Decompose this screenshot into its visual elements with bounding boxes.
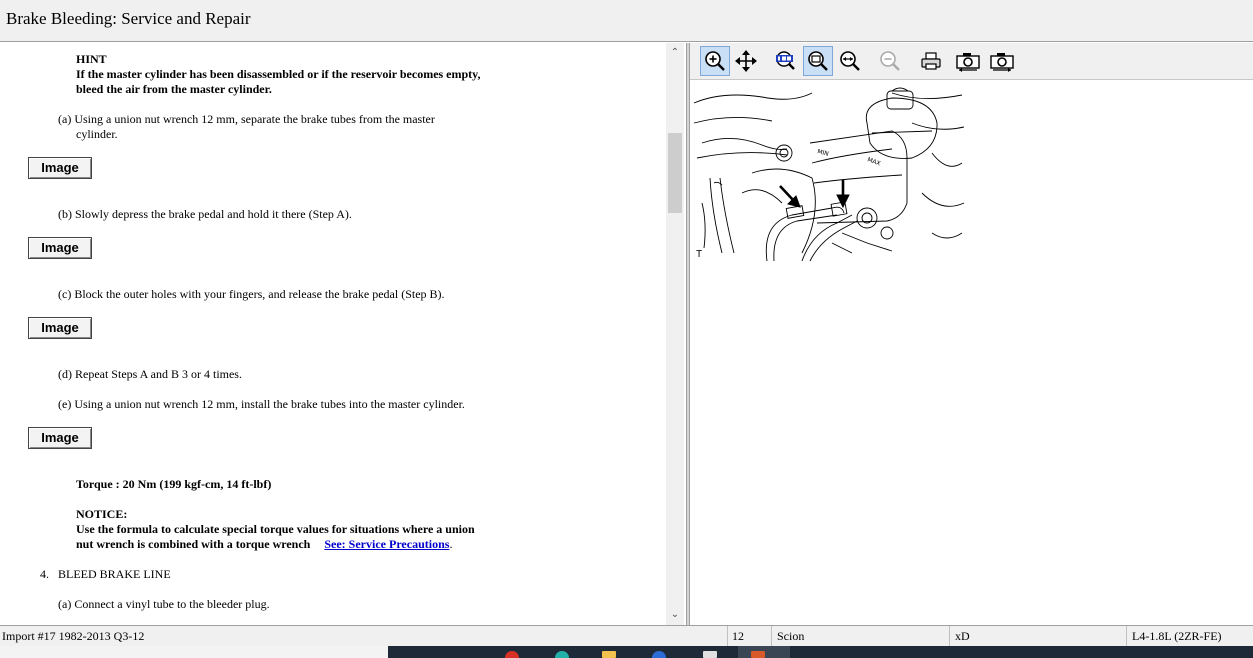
export-image-button[interactable] xyxy=(987,46,1017,76)
taskbar-folder-icon[interactable] xyxy=(602,651,616,658)
status-bar: Import #17 1982-2013 Q3-12 12 Scion xD L… xyxy=(0,625,1253,647)
hint-text-line2: bleed the air from the master cylinder. xyxy=(76,82,272,96)
status-year: 12 xyxy=(732,629,744,643)
taskbar-app-icon[interactable] xyxy=(703,651,717,658)
taskbar-app-icon[interactable] xyxy=(751,651,765,658)
status-divider xyxy=(727,626,728,647)
diagram-label: T xyxy=(696,249,702,260)
svg-text:MAX: MAX xyxy=(866,156,881,167)
scroll-up-icon[interactable]: ⌃ xyxy=(666,45,684,61)
hint-heading: HINT xyxy=(76,52,107,66)
vertical-scrollbar[interactable]: ⌃ ⌄ xyxy=(666,43,684,625)
status-engine: L4-1.8L (2ZR-FE) xyxy=(1132,629,1222,643)
section-4-heading: 4. BLEED BRAKE LINE xyxy=(40,567,171,581)
zoom-fit-button[interactable] xyxy=(803,46,833,76)
taskbar-app-icon[interactable] xyxy=(505,651,519,658)
status-source: Import #17 1982-2013 Q3-12 xyxy=(2,629,145,643)
zoom-actual-size-icon xyxy=(776,51,795,70)
status-divider xyxy=(771,626,772,647)
printer-icon xyxy=(921,52,941,70)
window-title: Brake Bleeding: Service and Repair xyxy=(6,9,251,28)
scroll-down-icon[interactable]: ⌄ xyxy=(666,607,684,623)
zoom-100-button[interactable] xyxy=(770,46,800,76)
image-viewer-pane: MAX MIN T xyxy=(690,43,1253,625)
taskbar-search-box[interactable] xyxy=(0,646,388,658)
torque-spec: Torque : 20 Nm (199 kgf-cm, 14 ft-lbf) xyxy=(76,477,272,491)
zoom-fit-icon xyxy=(808,51,828,71)
image-button-step-e[interactable]: Image xyxy=(28,427,92,449)
master-cylinder-diagram: MAX MIN T xyxy=(693,87,965,262)
copy-image-button[interactable] xyxy=(953,46,983,76)
procedure-pane: HINT If the master cylinder has been dis… xyxy=(0,43,686,625)
print-button[interactable] xyxy=(916,46,946,76)
zoom-width-button[interactable] xyxy=(835,46,865,76)
status-model: xD xyxy=(955,629,970,643)
title-bar: Brake Bleeding: Service and Repair xyxy=(0,0,1253,42)
procedure-content: HINT If the master cylinder has been dis… xyxy=(0,43,666,625)
os-taskbar xyxy=(0,646,1253,658)
zoom-out-button[interactable] xyxy=(875,46,905,76)
camera-export-icon xyxy=(990,53,1014,72)
image-button-step-c[interactable]: Image xyxy=(28,317,92,339)
image-button-step-b[interactable]: Image xyxy=(28,237,92,259)
image-toolbar xyxy=(690,43,1253,80)
step-e-text: (e) Using a union nut wrench 12 mm, inst… xyxy=(58,397,465,411)
zoom-width-icon xyxy=(840,51,860,71)
scroll-thumb[interactable] xyxy=(668,133,682,213)
status-divider xyxy=(1126,626,1127,647)
step-a-text-line1: (a) Using a union nut wrench 12 mm, sepa… xyxy=(58,112,435,126)
zoom-out-icon xyxy=(880,51,900,71)
status-divider xyxy=(949,626,950,647)
service-precautions-link[interactable]: See: Service Precautions xyxy=(324,537,449,551)
step-b-text: (b) Slowly depress the brake pedal and h… xyxy=(58,207,352,221)
step-c-text: (c) Block the outer holes with your fing… xyxy=(58,287,445,301)
status-make: Scion xyxy=(777,629,805,643)
notice-text-line2-row: nut wrench is combined with a torque wre… xyxy=(76,537,452,552)
svg-text:MIN: MIN xyxy=(816,148,829,158)
zoom-in-button[interactable] xyxy=(700,46,730,76)
step-a-text-line2: cylinder. xyxy=(76,127,118,141)
image-button-step-a[interactable]: Image xyxy=(28,157,92,179)
taskbar-app-icon[interactable] xyxy=(652,651,666,658)
notice-period: . xyxy=(449,537,453,551)
hint-text-line1: If the master cylinder has been disassem… xyxy=(76,67,481,81)
zoom-in-icon xyxy=(705,51,725,71)
notice-heading: NOTICE: xyxy=(76,507,128,521)
step-d-text: (d) Repeat Steps A and B 3 or 4 times. xyxy=(58,367,242,381)
section-4-step-a: (a) Connect a vinyl tube to the bleeder … xyxy=(58,597,270,611)
pan-arrows-icon xyxy=(735,50,757,72)
pan-button[interactable] xyxy=(731,46,761,76)
camera-copy-icon xyxy=(956,53,980,72)
notice-text-line2: nut wrench is combined with a torque wre… xyxy=(76,537,311,551)
taskbar-app-icon[interactable] xyxy=(555,651,569,658)
notice-text-line1: Use the formula to calculate special tor… xyxy=(76,522,475,536)
